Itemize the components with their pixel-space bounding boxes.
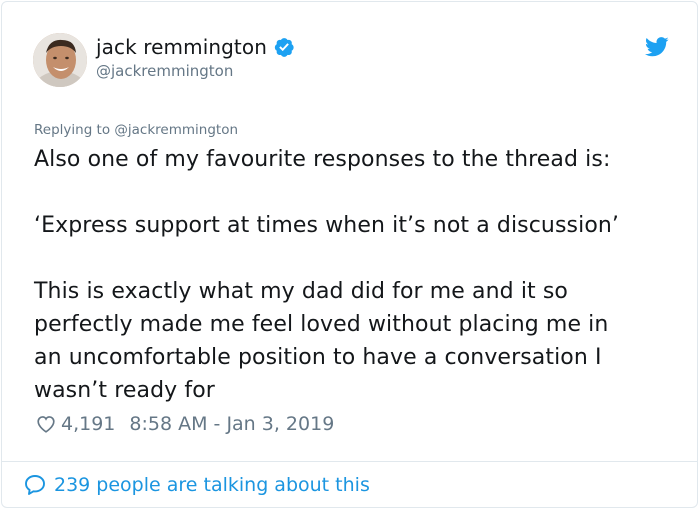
author-display-name[interactable]: jack remmington [96, 35, 267, 59]
tweet-line: This is exactly what my dad did for me a… [34, 279, 568, 304]
tweet-card[interactable]: jack remmington @jackremmington Replying… [1, 1, 698, 508]
tweet-header: jack remmington @jackremmington [33, 33, 673, 91]
replying-to[interactable]: Replying to @jackremmington [34, 122, 238, 138]
tweet-text: Also one of my favourite responses to th… [34, 143, 679, 407]
talking-about-label: 239 people are talking about this [54, 474, 370, 496]
tweet-line: ‘Express support at times when it’s not … [34, 213, 620, 238]
divider [1, 461, 698, 462]
twitter-bird-icon[interactable] [644, 37, 669, 57]
tweet-line: wasn’t ready for [34, 378, 215, 403]
tweet-timestamp[interactable]: 8:58 AM - Jan 3, 2019 [129, 413, 334, 435]
heart-icon[interactable] [35, 413, 57, 435]
verified-badge-icon [273, 36, 295, 58]
tweet-meta: 4,191 8:58 AM - Jan 3, 2019 [35, 411, 334, 437]
tweet-line: Also one of my favourite responses to th… [34, 147, 611, 172]
like-count[interactable]: 4,191 [61, 413, 115, 435]
talking-about-link[interactable]: 239 people are talking about this [23, 472, 370, 498]
tweet-line: an uncomfortable position to have a conv… [34, 345, 602, 370]
avatar[interactable] [33, 33, 87, 87]
author-handle[interactable]: @jackremmington [96, 62, 295, 80]
speech-bubble-icon [23, 473, 47, 497]
tweet-line: perfectly made me feel loved without pla… [34, 312, 609, 337]
avatar-image [33, 33, 87, 87]
